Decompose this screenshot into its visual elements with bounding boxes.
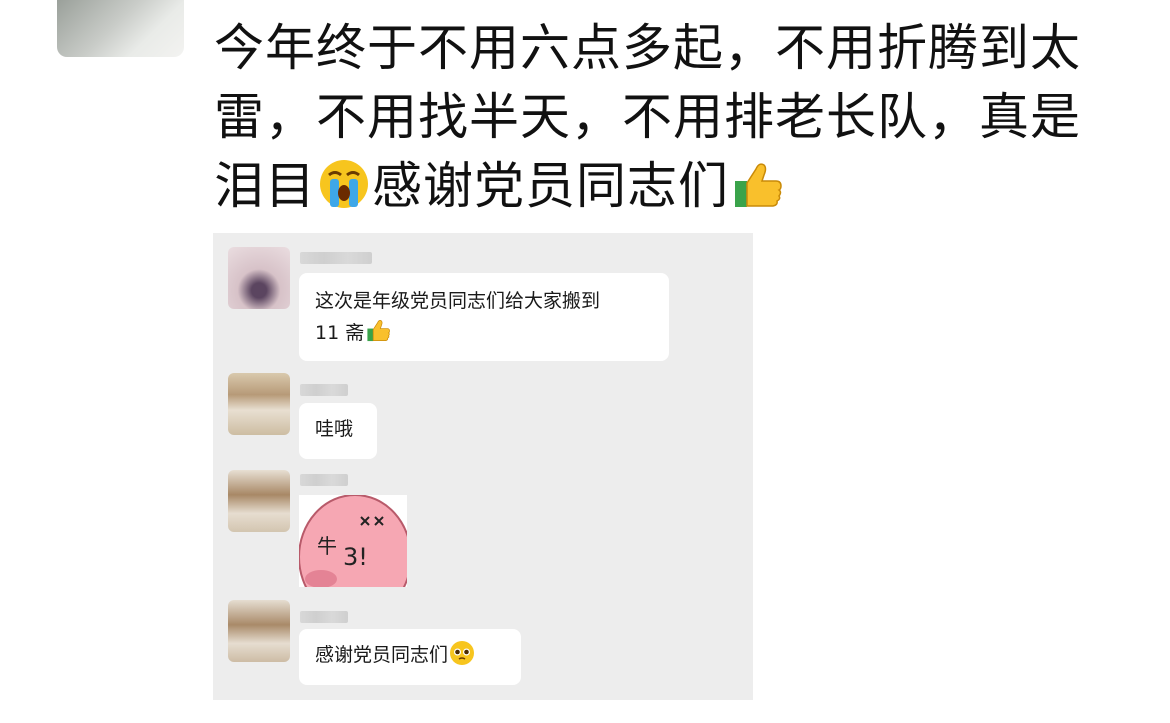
post-line-3: 泪目 感谢党员同志们 [214,152,1114,229]
sticker-char: 3! [343,543,368,571]
pink-blob-sticker-art: 牛 3! [299,495,407,587]
thumbs-up-icon [365,317,391,353]
chat-avatar [228,247,290,309]
thumbs-up-icon [730,157,784,229]
post-line-3-thanks: 感谢党员同志们 [372,157,729,215]
message-text: 感谢党员同志们 [315,644,449,666]
message-line: 11 斋 [315,317,653,353]
message-bubble: 哇哦 [299,403,377,459]
sender-name-blurred [300,474,348,486]
pleading-face-icon [449,640,475,676]
sender-name-blurred [300,252,372,264]
post-line-3-start: 泪目 [214,157,316,215]
post-line-1: 今年终于不用六点多起，不用折腾到太 [214,19,1081,77]
loudly-crying-face-icon [317,157,371,229]
message-line-end: 11 斋 [315,322,365,344]
chat-avatar [228,600,290,662]
post-line-2: 雷，不用找半天，不用排老长队，真是 [214,88,1081,146]
chat-avatar [228,470,290,532]
message-bubble: 这次是年级党员同志们给大家搬到 11 斋 [299,273,669,361]
message-bubble: 感谢党员同志们 [299,629,521,685]
pink-blob-sticker: 牛 3! [299,495,407,587]
post-text: 今年终于不用六点多起，不用折腾到太 雷，不用找半天，不用排老长队，真是 泪目 感… [214,14,1114,229]
sender-name-blurred [300,611,348,623]
poster-avatar[interactable] [57,0,184,57]
message-text: 哇哦 [315,418,354,440]
sticker-char: 牛 [317,534,337,558]
message-line: 这次是年级党员同志们给大家搬到 [315,290,601,312]
sender-name-blurred [300,384,348,396]
chat-avatar [228,373,290,435]
